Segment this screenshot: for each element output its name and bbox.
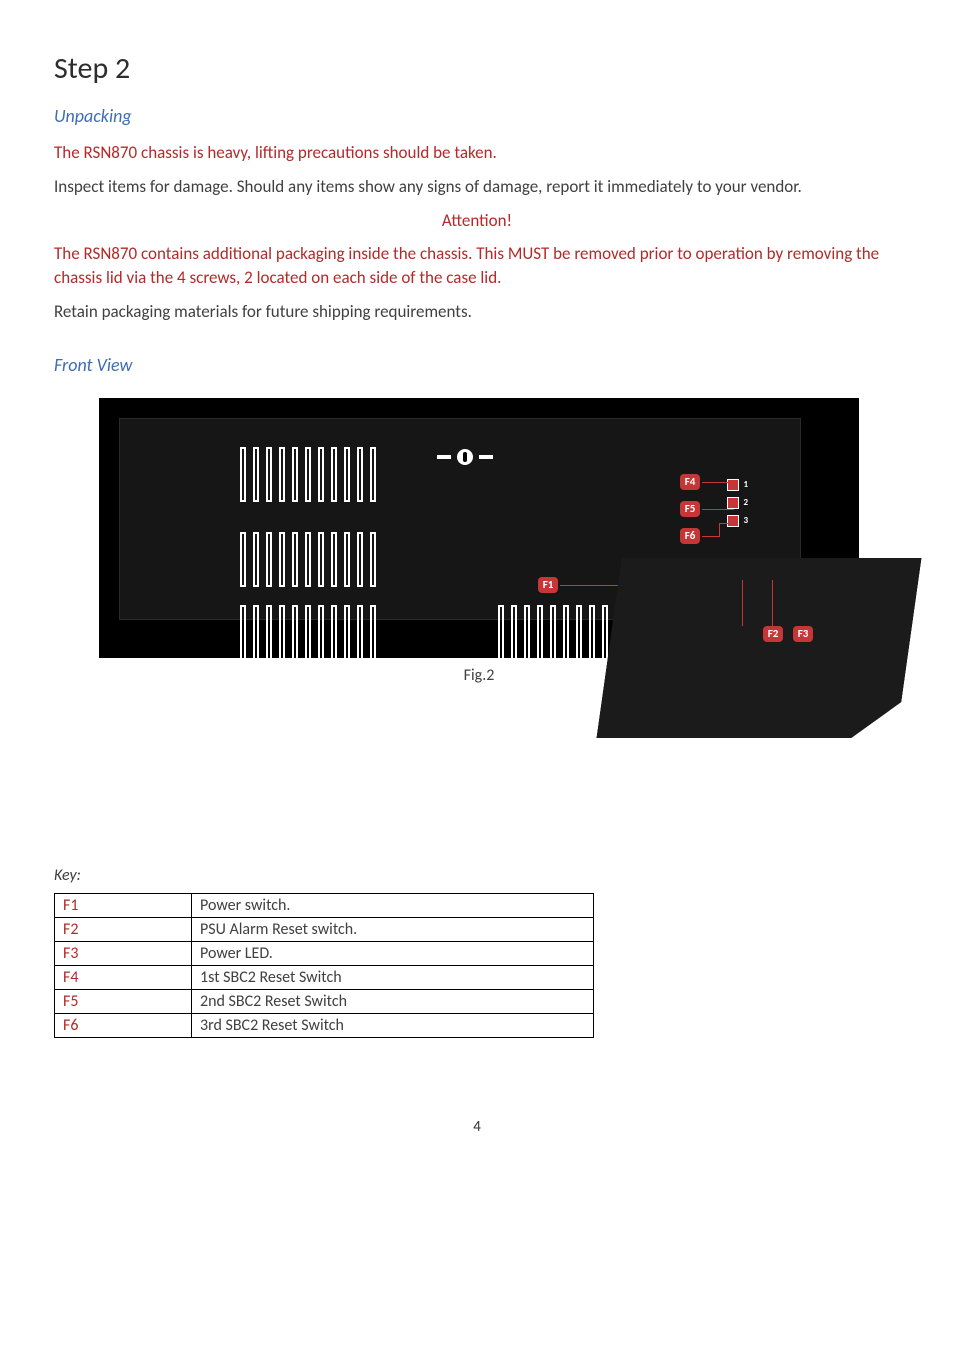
key-f6-desc: 3rd SBC2 Reset Switch [192, 1014, 594, 1038]
led-2 [727, 497, 739, 509]
key-f5-desc: 2nd SBC2 Reset Switch [192, 990, 594, 1014]
f6-line-h2 [720, 523, 734, 524]
page-number: 4 [54, 1118, 900, 1136]
callout-f1: F1 [538, 577, 558, 593]
key-f2-desc: PSU Alarm Reset switch. [192, 918, 594, 942]
table-row: F52nd SBC2 Reset Switch [55, 990, 594, 1014]
callout-f6: F6 [680, 528, 700, 544]
key-f4-desc: 1st SBC2 Reset Switch [192, 966, 594, 990]
table-row: F1Power switch. [55, 894, 594, 918]
key-f3: F3 [55, 942, 192, 966]
vent-area [240, 447, 660, 607]
f2-line [742, 580, 743, 626]
callout-f4: F4 [680, 474, 700, 490]
f3-line [772, 580, 773, 626]
f6-line-h [702, 536, 720, 537]
figure-2: 1 2 3 POWER PSU Alarm Reset POWER RESET … [99, 398, 859, 685]
attention-label: Attention! [54, 209, 900, 233]
led-group: 1 2 3 [727, 479, 748, 533]
step-heading: Step 2 [54, 50, 900, 87]
key-f2: F2 [55, 918, 192, 942]
warning-packaging: The RSN870 contains additional packaging… [54, 242, 900, 290]
led-1 [727, 479, 739, 491]
section-front-view: Front View [54, 354, 900, 376]
table-row: F3Power LED. [55, 942, 594, 966]
vent-top-right [240, 532, 415, 587]
callout-f5: F5 [680, 501, 700, 517]
extension-panel [596, 558, 921, 738]
led-3 [727, 515, 739, 527]
led-2-num: 2 [743, 497, 748, 508]
led-3-num: 3 [743, 515, 748, 526]
vent-top-left [240, 447, 415, 502]
callout-f3: F3 [793, 626, 813, 642]
key-f1-desc: Power switch. [192, 894, 594, 918]
key-f6: F6 [55, 1014, 192, 1038]
key-heading: Key: [54, 865, 900, 887]
inspect-text: Inspect items for damage. Should any ite… [54, 175, 900, 199]
f5-line [702, 509, 734, 510]
table-row: F2PSU Alarm Reset switch. [55, 918, 594, 942]
vent-bottom-left [240, 605, 402, 660]
lock-knob [437, 449, 493, 465]
section-unpacking: Unpacking [54, 105, 900, 127]
key-table: F1Power switch. F2PSU Alarm Reset switch… [54, 893, 594, 1038]
f4-line [702, 482, 734, 483]
callout-f2: F2 [763, 626, 783, 642]
led-1-num: 1 [743, 479, 748, 490]
key-f4: F4 [55, 966, 192, 990]
key-f1: F1 [55, 894, 192, 918]
key-f5: F5 [55, 990, 192, 1014]
warning-heavy: The RSN870 chassis is heavy, lifting pre… [54, 141, 900, 165]
key-f3-desc: Power LED. [192, 942, 594, 966]
retain-text: Retain packaging materials for future sh… [54, 300, 900, 324]
f6-line-v [719, 523, 720, 537]
table-row: F63rd SBC2 Reset Switch [55, 1014, 594, 1038]
table-row: F41st SBC2 Reset Switch [55, 966, 594, 990]
